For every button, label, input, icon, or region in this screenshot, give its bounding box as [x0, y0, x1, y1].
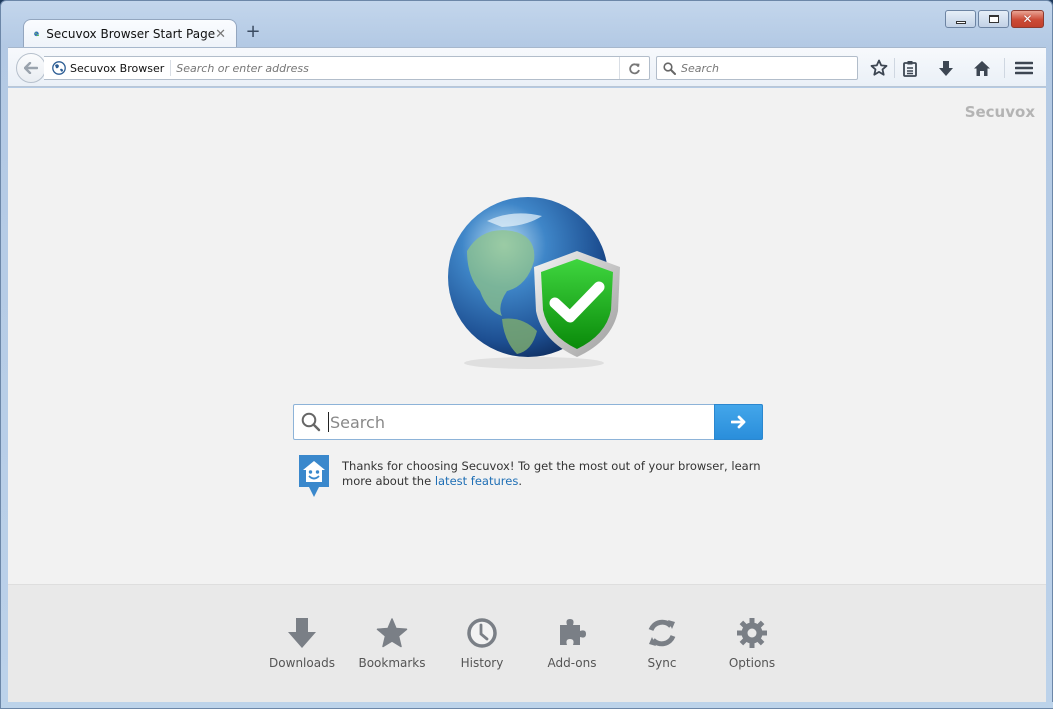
home-icon [974, 60, 990, 76]
snippet: Thanks for choosing Secuvox! To get the … [297, 453, 767, 499]
toolbar-search [656, 56, 858, 80]
downloads-button[interactable] [936, 58, 956, 78]
tab-start-page[interactable]: Secuvox Browser Start Page ✕ [23, 19, 237, 48]
snippet-text-after: . [518, 474, 522, 488]
launcher-addons[interactable]: Add-ons [532, 615, 612, 670]
launcher-downloads[interactable]: Downloads [262, 615, 342, 670]
launcher-bar: Downloads Bookmarks History Add-ons Sync [8, 584, 1046, 704]
close-window-button[interactable]: ✕ [1011, 10, 1044, 28]
main-search-box [293, 404, 763, 440]
arrow-right-icon [730, 415, 745, 429]
downloads-icon [939, 60, 953, 76]
reading-list-button[interactable] [900, 58, 920, 78]
brand-wordmark: Secuvox [964, 103, 1035, 121]
back-button[interactable] [16, 53, 46, 83]
mascot-house-icon [299, 455, 329, 497]
address-input[interactable] [171, 61, 619, 75]
menu-button[interactable] [1014, 58, 1034, 78]
identity-label: Secuvox Browser [70, 61, 165, 75]
launcher-bookmarks[interactable]: Bookmarks [352, 615, 432, 670]
globe-icon [52, 61, 66, 75]
menu-icon [1015, 61, 1033, 75]
launcher-label: Downloads [269, 656, 335, 670]
globe-shield-icon [34, 31, 40, 37]
launcher-sync[interactable]: Sync [622, 615, 702, 670]
minimize-icon [955, 20, 966, 24]
launcher-label: History [460, 656, 504, 670]
close-icon: ✕ [1022, 12, 1033, 26]
toolbar-search-input[interactable] [676, 61, 857, 75]
launcher-label: Add-ons [547, 656, 597, 670]
snippet-text: Thanks for choosing Secuvox! To get the … [342, 453, 767, 499]
puzzle-piece-icon [532, 615, 612, 651]
tab-close-icon[interactable]: ✕ [215, 27, 226, 42]
snippet-text-before: Thanks for choosing Secuvox! To get the … [342, 459, 761, 488]
launcher-label: Bookmarks [358, 656, 426, 670]
star-icon [352, 615, 432, 651]
search-icon [663, 61, 676, 75]
reload-icon [629, 62, 640, 74]
window-controls: ✕ [945, 10, 1044, 28]
window-bottom-border [1, 702, 1053, 708]
reload-button[interactable] [619, 57, 649, 79]
toolbar-separator [1004, 58, 1005, 78]
site-identity[interactable]: Secuvox Browser [44, 60, 172, 76]
launcher-history[interactable]: History [442, 615, 522, 670]
new-tab-button[interactable]: + [244, 22, 262, 42]
bookmark-button[interactable] [869, 58, 889, 78]
bookmark-star-icon [870, 59, 888, 76]
home-button[interactable] [972, 58, 992, 78]
back-icon [24, 62, 38, 74]
maximize-icon [988, 15, 999, 23]
address-bar: Secuvox Browser [44, 56, 650, 80]
gear-icon [712, 615, 792, 651]
launcher-options[interactable]: Options [712, 615, 792, 670]
latest-features-link[interactable]: latest features [435, 474, 519, 488]
tab-title: Secuvox Browser Start Page [46, 27, 216, 41]
browser-window: ✕ Secuvox Browser Start Page ✕ + Secuvox… [0, 0, 1053, 709]
minimize-button[interactable] [945, 10, 976, 28]
clock-icon [442, 615, 522, 651]
download-arrow-icon [262, 615, 342, 651]
navigation-toolbar: Secuvox Browser [8, 47, 1046, 87]
start-page: Secuvox Search Thanks for choosing Secuv… [8, 88, 1046, 584]
globe-shield-logo [448, 197, 620, 369]
sync-icon [622, 615, 702, 651]
search-icon [294, 405, 328, 439]
reading-list-icon [903, 60, 917, 77]
launcher-label: Sync [647, 656, 677, 670]
maximize-button[interactable] [978, 10, 1009, 28]
launcher-label: Options [728, 656, 776, 670]
toolbar-separator [894, 58, 895, 78]
main-search-input[interactable] [328, 412, 714, 432]
search-go-button[interactable] [714, 404, 763, 440]
